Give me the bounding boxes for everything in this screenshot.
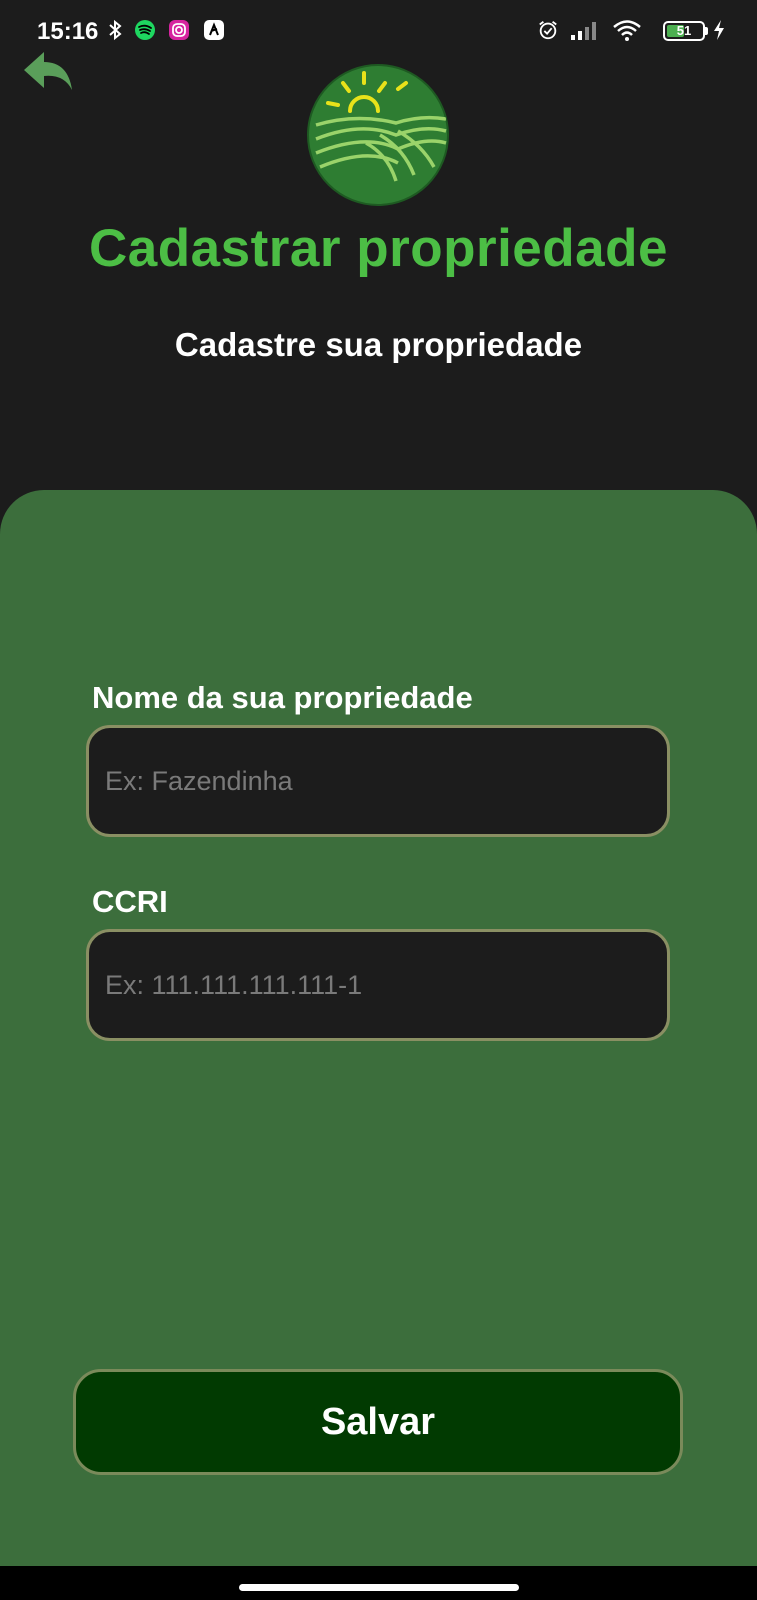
property-name-label: Nome da sua propriedade [92, 680, 473, 715]
bluetooth-icon [104, 19, 126, 41]
property-name-input[interactable] [86, 725, 670, 837]
status-time: 15:16 [37, 18, 99, 45]
farm-sun-logo-icon [307, 64, 449, 206]
farm-logo [306, 63, 450, 207]
spotify-icon [134, 19, 156, 41]
system-nav-bar [0, 1566, 757, 1600]
page-subtitle: Cadastre sua propriedade [174, 326, 583, 363]
save-button[interactable]: Salvar [73, 1369, 683, 1475]
app-icon [203, 19, 225, 41]
battery-level: 51 [676, 23, 692, 38]
charging-icon [710, 19, 728, 41]
wifi-icon [612, 19, 642, 41]
ccri-label: CCRI [92, 884, 168, 919]
battery-icon: 51 [663, 21, 705, 41]
ccri-input[interactable] [86, 929, 670, 1041]
alarm-icon [537, 19, 559, 41]
page-title: Cadastrar propriedade [89, 219, 668, 278]
app-screen: 15:16 51 Cadastrar propriedade Cadastre … [0, 0, 757, 1600]
status-bar: 15:16 51 [0, 0, 757, 62]
home-indicator[interactable] [239, 1584, 519, 1591]
instagram-icon [168, 19, 190, 41]
signal-icon [570, 19, 600, 41]
back-arrow-icon [24, 52, 72, 90]
back-button[interactable] [22, 50, 74, 94]
